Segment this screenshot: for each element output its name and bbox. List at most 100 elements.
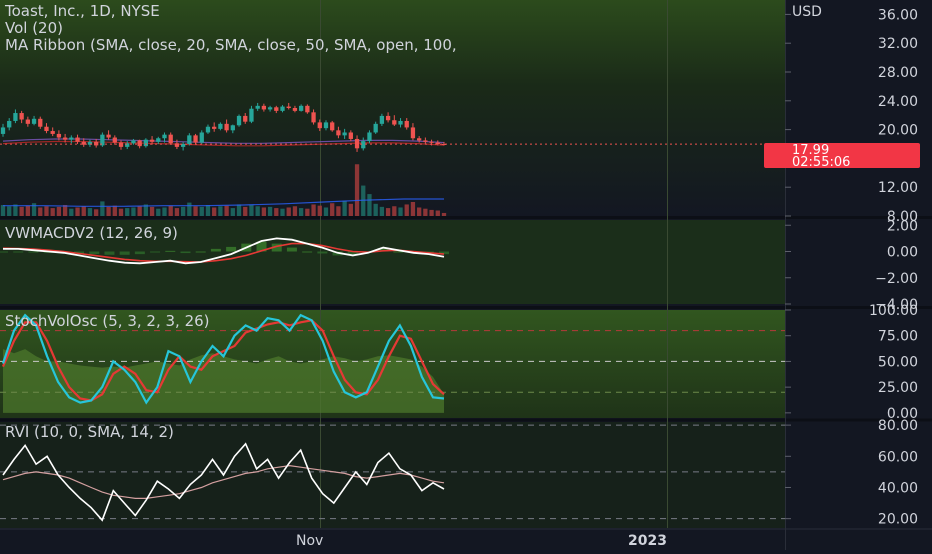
volume-bar <box>193 206 198 216</box>
macd-histogram-bar <box>210 248 221 252</box>
candle-body <box>38 118 43 127</box>
candle-body <box>193 135 198 143</box>
volume-bar <box>62 205 68 216</box>
candle-body <box>292 108 298 111</box>
candle-body <box>410 127 416 139</box>
candle-body <box>373 123 378 133</box>
candle-body <box>0 127 6 134</box>
countdown-label: 02:55:06 <box>792 155 850 170</box>
macd-histogram-bar <box>195 251 206 253</box>
candle-body <box>267 107 273 110</box>
candle-body <box>398 120 403 125</box>
volume-bar <box>187 202 192 216</box>
volume-bar <box>280 208 285 216</box>
candle-body <box>19 113 24 120</box>
macd-histogram-bar <box>150 251 161 253</box>
stoch-tick-label: 75.00 <box>878 329 918 345</box>
candle-body <box>156 138 161 142</box>
volume-bar <box>261 207 267 216</box>
candle-body <box>149 139 155 142</box>
stoch-legend[interactable]: StochVolOsc (5, 3, 2, 3, 26) <box>5 312 210 330</box>
price-tick-label: 24.00 <box>878 94 918 110</box>
macd-histogram-bar <box>119 251 130 255</box>
volume-bar <box>38 207 43 216</box>
macd-histogram-bar <box>302 251 313 253</box>
last-price-badge: 17.99 02:55:06 <box>764 143 920 170</box>
trading-chart[interactable]: 36.0032.0028.0024.0020.0012.008.002.000.… <box>0 0 932 550</box>
candle-body <box>50 131 55 134</box>
candle-body <box>25 119 30 124</box>
volume-bar <box>243 206 248 216</box>
candle-body <box>392 120 397 125</box>
candle-body <box>162 134 167 139</box>
volume-bar <box>348 203 353 216</box>
macd-histogram-bar <box>317 251 328 254</box>
volume-bar <box>292 206 298 216</box>
candle-body <box>31 118 37 124</box>
volume-bar <box>385 208 391 216</box>
candle-body <box>137 140 142 147</box>
candle-body <box>298 105 304 111</box>
candle-body <box>106 134 111 138</box>
volume-bar <box>100 201 105 216</box>
macd-legend[interactable]: VWMACDV2 (12, 26, 9) <box>5 224 178 242</box>
candle-body <box>212 126 217 129</box>
stoch-tick-label: 50.00 <box>878 354 918 370</box>
volume-bar <box>367 194 372 216</box>
ma-ribbon-legend[interactable]: MA Ribbon (SMA, close, 20, SMA, close, 5… <box>5 36 457 54</box>
candle-body <box>261 105 267 110</box>
volume-bar <box>131 207 136 216</box>
volume-bar <box>435 210 440 216</box>
time-label-2023: 2023 <box>628 533 667 549</box>
volume-bar <box>7 206 12 216</box>
volume-bar <box>354 164 360 216</box>
volume-bar <box>429 209 434 216</box>
volume-bar <box>336 206 341 216</box>
candle-body <box>385 115 391 121</box>
volume-legend[interactable]: Vol (20) <box>5 19 63 37</box>
volume-bar <box>379 206 385 216</box>
rvi-legend[interactable]: RVI (10, 0, SMA, 14, 2) <box>5 423 174 441</box>
candle-body <box>13 113 18 121</box>
candle-body <box>311 112 316 123</box>
candle-body <box>255 105 260 109</box>
volume-bar <box>330 203 335 216</box>
candle-body <box>379 115 385 124</box>
macd-histogram-bar <box>165 250 176 252</box>
macd-histogram-bar <box>0 251 8 253</box>
candle-body <box>348 132 353 139</box>
currency-label[interactable]: USD <box>792 4 822 20</box>
volume-bar <box>441 212 447 216</box>
volume-bar <box>398 207 403 216</box>
volume-bar <box>56 206 62 216</box>
volume-bar <box>174 208 180 216</box>
volume-bar <box>25 205 30 216</box>
price-tick-label: 32.00 <box>878 36 918 52</box>
volume-bar <box>423 208 428 216</box>
price-tick-label: 12.00 <box>878 180 918 196</box>
volume-bar <box>50 208 55 216</box>
volume-bar <box>112 205 117 216</box>
macd-histogram-bar <box>226 246 237 252</box>
candle-body <box>168 134 173 144</box>
candle-body <box>249 108 254 122</box>
volume-bar <box>417 207 422 216</box>
macd-tick-label: 2.00 <box>887 218 918 234</box>
volume-bar <box>373 203 378 216</box>
candle-body <box>342 132 347 136</box>
volume-bar <box>137 206 142 216</box>
volume-bar <box>87 208 93 216</box>
price-tick-label: 20.00 <box>878 123 918 139</box>
volume-bar <box>212 207 217 216</box>
volume-bar <box>224 205 229 216</box>
volume-bar <box>274 208 279 216</box>
macd-histogram-bar <box>286 247 297 252</box>
volume-bar <box>298 208 304 216</box>
volume-bar <box>168 205 173 216</box>
volume-bar <box>149 206 155 216</box>
volume-bar <box>255 206 260 216</box>
candle-body <box>367 132 372 142</box>
volume-bar <box>311 204 316 216</box>
macd-tick-label: 0.00 <box>887 245 918 261</box>
candle-body <box>218 123 223 129</box>
